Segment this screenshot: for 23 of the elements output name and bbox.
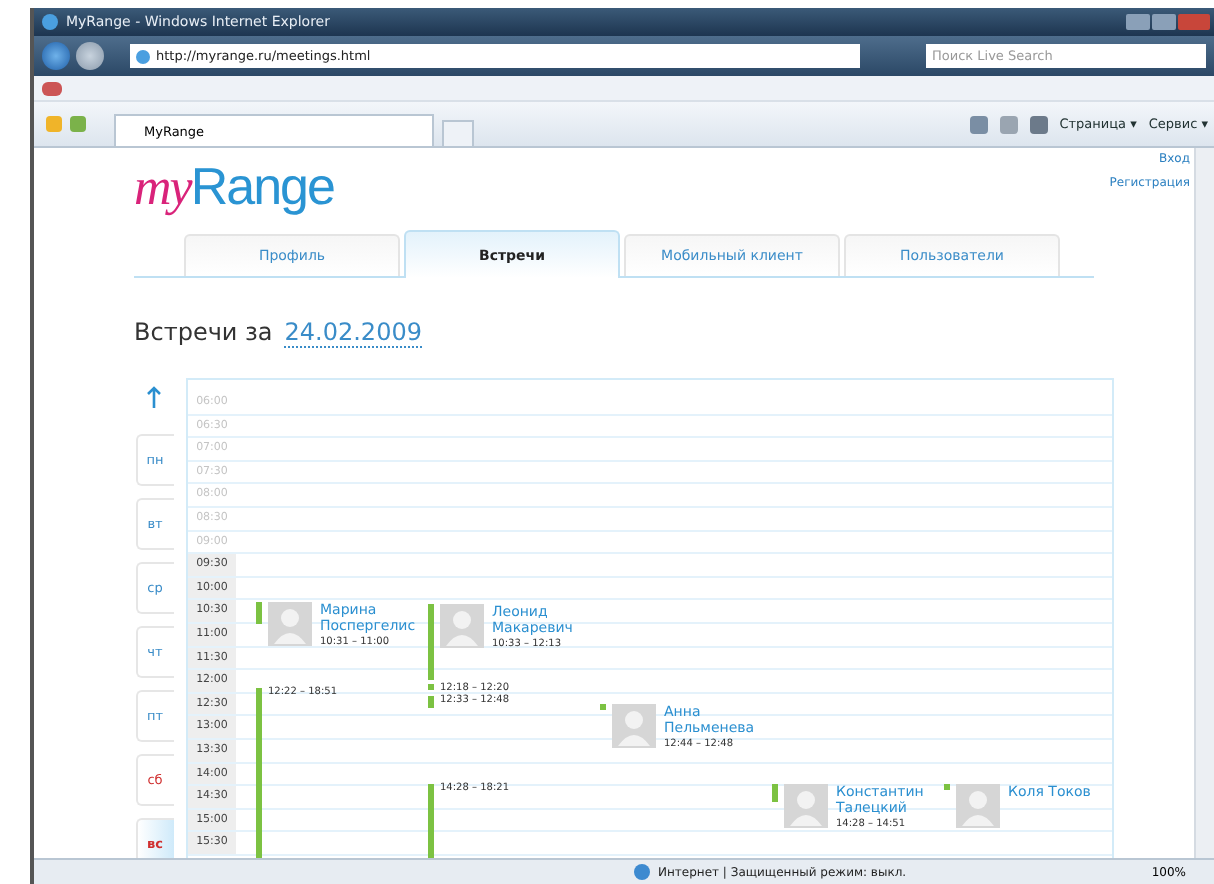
logo: myRange	[134, 154, 334, 220]
meeting-bar	[600, 704, 606, 711]
forward-button[interactable]	[76, 42, 104, 70]
meeting-bar	[428, 695, 434, 708]
minimize-button[interactable]	[1126, 14, 1150, 30]
avatar-icon	[440, 603, 484, 648]
up-arrow-icon[interactable]	[146, 386, 162, 410]
maximize-button[interactable]	[1152, 14, 1176, 30]
new-tab-button[interactable]	[442, 120, 474, 146]
avatar-icon	[612, 704, 656, 749]
avatar-icon	[268, 601, 312, 646]
date-picker-link[interactable]: 24.02.2009	[284, 318, 422, 348]
meeting-bar	[256, 601, 262, 624]
meeting-bar	[428, 603, 434, 681]
avatar-icon	[956, 784, 1000, 829]
back-button[interactable]	[42, 42, 70, 70]
meeting-bar	[772, 784, 778, 803]
page-heading: Встречи за	[134, 318, 273, 346]
meeting-bar	[944, 784, 950, 791]
avatar-icon	[784, 784, 828, 829]
scrollbar[interactable]	[1194, 148, 1214, 858]
close-button[interactable]	[1178, 14, 1210, 30]
meeting-bar	[428, 684, 434, 691]
